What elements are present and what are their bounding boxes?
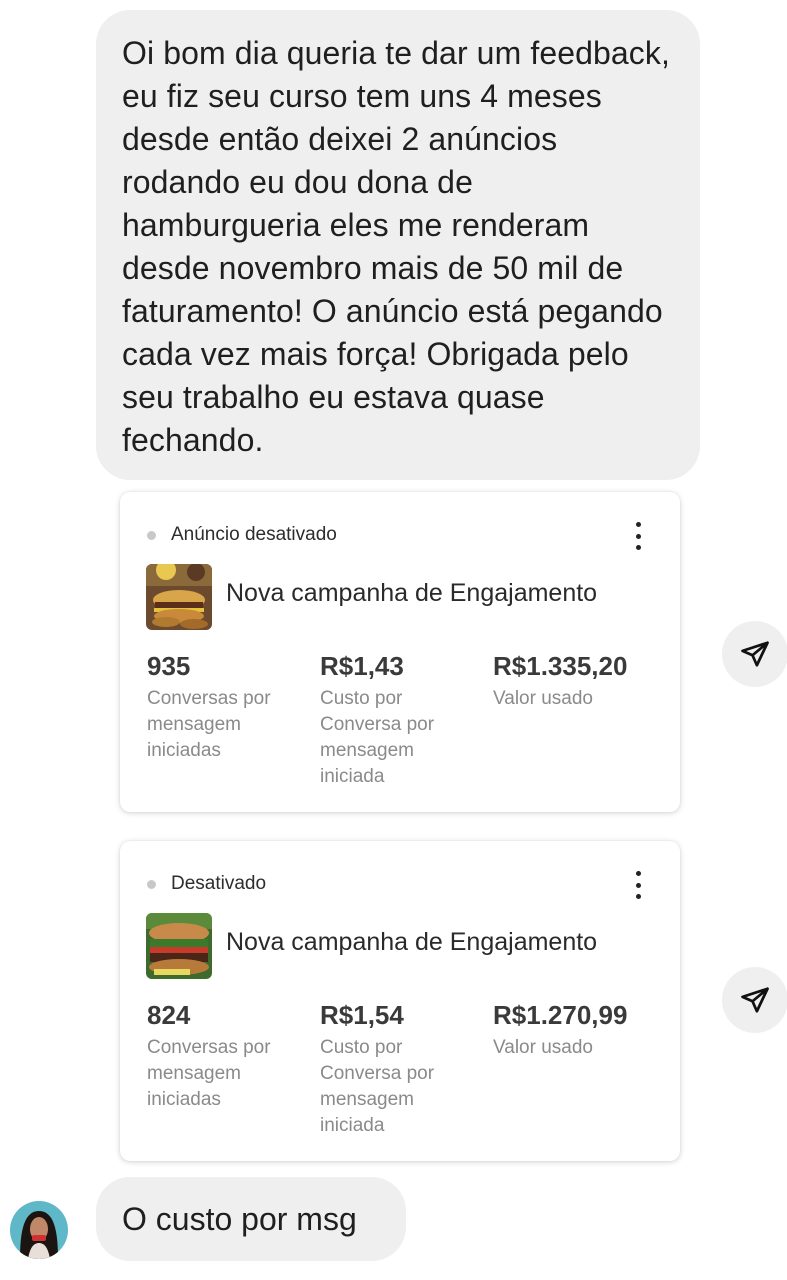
metric-label: Valor usado bbox=[493, 688, 593, 709]
metric-label: Custo por Conversa por mensagem iniciada bbox=[320, 1037, 435, 1136]
metric-conversations: 935 Conversas por mensagem iniciadas bbox=[147, 646, 297, 764]
incoming-message-bubble[interactable]: O custo por msg bbox=[96, 1177, 406, 1261]
more-vertical-icon[interactable] bbox=[633, 871, 643, 899]
metric-value: 935 bbox=[147, 651, 191, 681]
send-icon[interactable] bbox=[722, 621, 787, 687]
metric-label: Conversas por mensagem iniciadas bbox=[147, 1037, 271, 1110]
avatar[interactable] bbox=[10, 1201, 68, 1259]
incoming-message-bubble[interactable]: Oi bom dia queria te dar um feedback, eu… bbox=[96, 10, 700, 480]
metric-cost-per-conversation: R$1,43 Custo por Conversa por mensagem i… bbox=[320, 646, 470, 790]
ad-status-label: Desativado bbox=[171, 873, 267, 894]
message-text: O custo por msg bbox=[122, 1201, 357, 1237]
more-vertical-icon[interactable] bbox=[633, 522, 643, 550]
campaign-name: Nova campanha de Engajamento bbox=[226, 579, 598, 607]
status-dot-icon bbox=[147, 530, 156, 540]
ad-status: Anúncio desativado bbox=[147, 524, 337, 546]
metric-value: R$1,54 bbox=[320, 1000, 404, 1030]
metric-label: Custo por Conversa por mensagem iniciada bbox=[320, 688, 435, 787]
send-icon[interactable] bbox=[722, 967, 787, 1033]
metric-value: R$1.335,20 bbox=[493, 651, 628, 681]
burger-photo-icon bbox=[146, 913, 212, 979]
shared-ad-card[interactable]: Anúncio desativado Nova campanha de Enga… bbox=[120, 492, 680, 812]
metric-label: Conversas por mensagem iniciadas bbox=[147, 688, 271, 761]
metric-conversations: 824 Conversas por mensagem iniciadas bbox=[147, 995, 297, 1113]
metric-amount-spent: R$1.270,99 Valor usado bbox=[493, 995, 643, 1061]
shared-ad-card[interactable]: Desativado Nova campanha de Engajamento … bbox=[120, 841, 680, 1161]
status-dot-icon bbox=[147, 879, 156, 889]
metric-value: R$1.270,99 bbox=[493, 1000, 628, 1030]
metric-value: R$1,43 bbox=[320, 651, 404, 681]
ad-status-label: Anúncio desativado bbox=[171, 524, 337, 545]
message-text: Oi bom dia queria te dar um feedback, eu… bbox=[122, 35, 670, 458]
campaign-name: Nova campanha de Engajamento bbox=[226, 928, 598, 956]
metric-label: Valor usado bbox=[493, 1037, 593, 1058]
metric-value: 824 bbox=[147, 1000, 191, 1030]
burger-photo-icon bbox=[146, 564, 212, 630]
ad-status: Desativado bbox=[147, 873, 266, 895]
metric-amount-spent: R$1.335,20 Valor usado bbox=[493, 646, 643, 712]
metric-cost-per-conversation: R$1,54 Custo por Conversa por mensagem i… bbox=[320, 995, 470, 1139]
